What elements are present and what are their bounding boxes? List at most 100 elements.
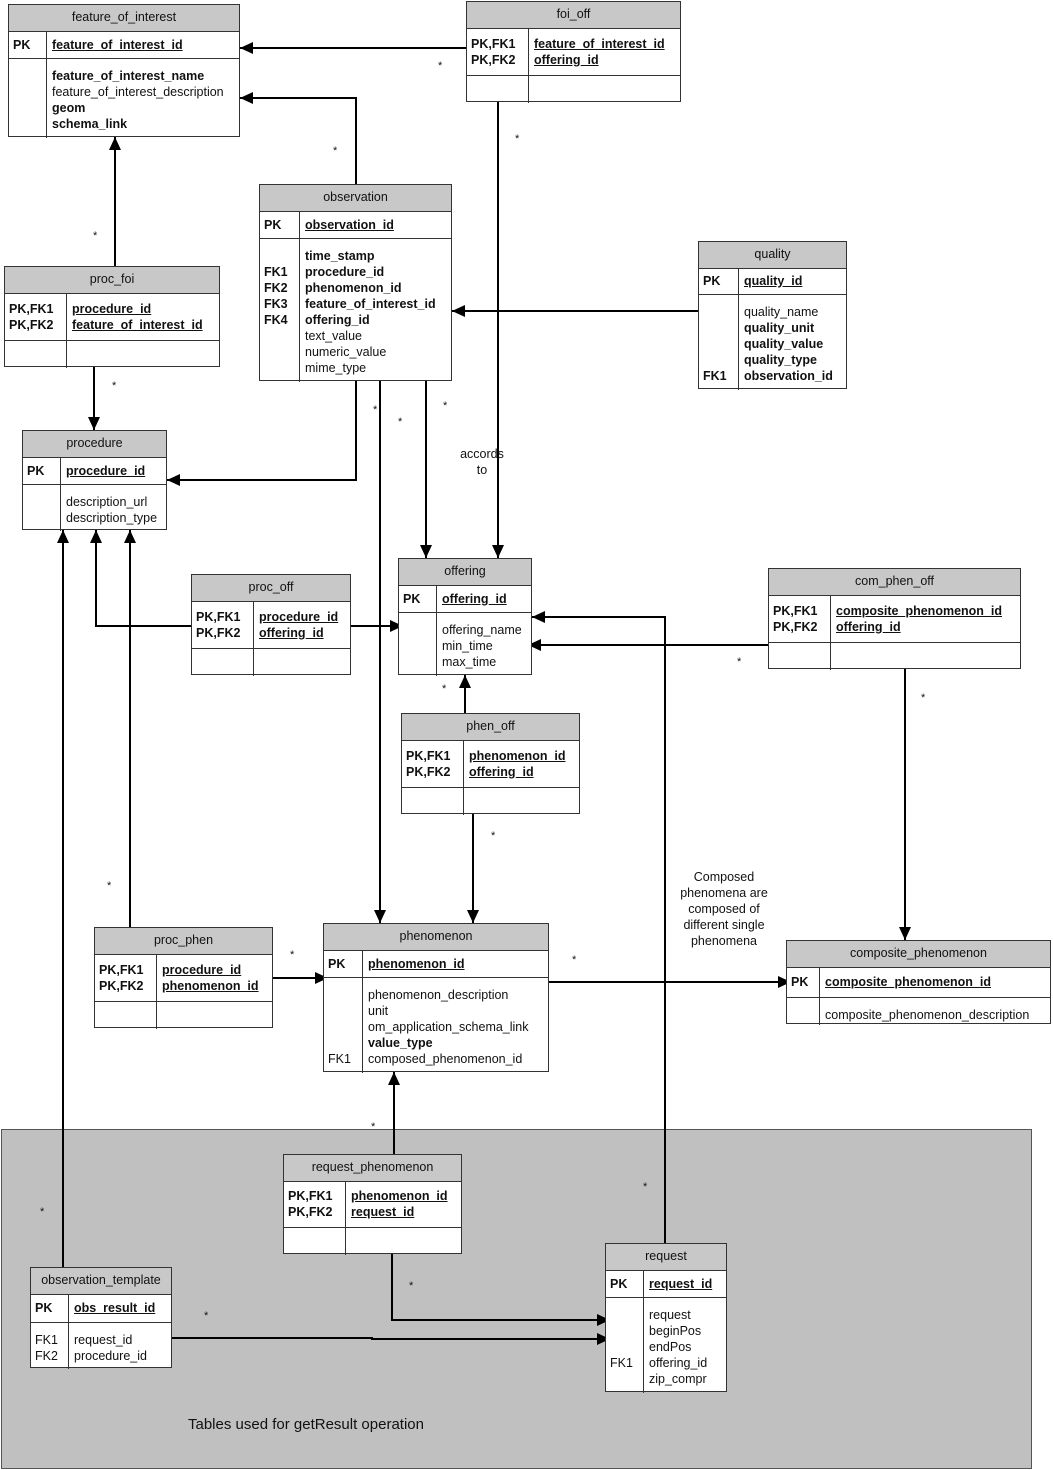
attribute-field: geom bbox=[52, 101, 86, 115]
connector-line bbox=[391, 1254, 610, 1321]
key-label: FK3 bbox=[264, 297, 288, 311]
arrowhead-icon bbox=[374, 910, 386, 923]
attribute-field: quality_name bbox=[744, 305, 819, 319]
primary-key-field: offering_id bbox=[469, 764, 534, 779]
column-divider bbox=[156, 954, 157, 1029]
table-title: proc_foi bbox=[5, 267, 219, 294]
table-request: request PK request_id request beginPos endPos… bbox=[605, 1243, 727, 1393]
multiplicity-label: * bbox=[438, 60, 443, 72]
relationship-proc-foi-to-feature-of-interest bbox=[109, 137, 121, 266]
table-quality: quality PK quality_id quality_name quality_u… bbox=[698, 241, 847, 390]
primary-key-field: phenomenon_id bbox=[469, 748, 566, 763]
attribute-field: composed_phenomenon_id bbox=[368, 1052, 523, 1066]
arrowhead-icon bbox=[899, 927, 911, 940]
connector-line bbox=[167, 1337, 610, 1340]
key-label: FK2 bbox=[35, 1349, 58, 1363]
primary-key-field: offering_id bbox=[259, 625, 324, 640]
table-title: foi_off bbox=[467, 2, 680, 29]
column-divider bbox=[819, 967, 820, 1025]
key-label: PK bbox=[13, 37, 31, 52]
primary-key-field: phenomenon_id bbox=[368, 956, 465, 971]
table-proc-foi: proc_foi PK,FK1 procedure_id PK,FK2 feature_… bbox=[4, 266, 220, 368]
table-proc-phen: proc_phen PK,FK1 procedure_id PK,FK2 phenome… bbox=[94, 927, 273, 1029]
key-label: PK bbox=[27, 463, 45, 478]
attribute-field: request_id bbox=[74, 1333, 133, 1347]
arrowhead-icon bbox=[492, 545, 504, 558]
table-title: feature_of_interest bbox=[9, 5, 239, 32]
multiplicity-label: * bbox=[515, 133, 520, 145]
attribute-field: mime_type bbox=[305, 361, 367, 375]
relationship-proc-phen-to-procedure bbox=[124, 530, 136, 927]
primary-key-field: offering_id bbox=[836, 619, 901, 634]
column-divider bbox=[528, 28, 529, 103]
note-composed-phenomena: Composed phenomena are composed of diffe… bbox=[680, 870, 768, 948]
table-observation: observation PK observation_id time_stamp FK1… bbox=[259, 184, 452, 382]
key-label: PK,FK1 bbox=[406, 748, 451, 763]
key-label: PK bbox=[35, 1301, 53, 1315]
column-divider bbox=[66, 293, 67, 368]
column-divider bbox=[463, 740, 464, 815]
relationship-foi-off-to-offering bbox=[492, 102, 504, 558]
multiplicity-label: * bbox=[290, 949, 295, 961]
arrowhead-icon bbox=[459, 675, 471, 688]
key-label: FK1 bbox=[264, 265, 288, 279]
relationship-request-phenomenon-to-phenomenon bbox=[388, 1072, 400, 1154]
relationship-proc-off-to-procedure bbox=[90, 530, 191, 627]
arrowhead-icon bbox=[124, 530, 136, 543]
column-divider bbox=[345, 1181, 346, 1255]
primary-key-field: procedure_id bbox=[72, 301, 152, 316]
primary-key-field: request_id bbox=[649, 1276, 713, 1291]
key-label: PK bbox=[264, 217, 282, 232]
multiplicity-label: * bbox=[398, 416, 403, 428]
key-label: PK,FK1 bbox=[773, 603, 818, 618]
arrowhead-icon bbox=[388, 1072, 400, 1085]
key-label: FK1 bbox=[703, 369, 727, 383]
key-label: PK,FK2 bbox=[288, 1205, 333, 1219]
table-composite-phenomenon: composite_phenomenon PK composite_phenomen… bbox=[786, 940, 1051, 1025]
attribute-field: composite_phenomenon_description bbox=[825, 1008, 1030, 1022]
multiplicity-label: * bbox=[40, 1206, 45, 1218]
key-label: PK,FK2 bbox=[196, 625, 241, 640]
relationship-proc-off-to-offering bbox=[351, 620, 403, 632]
column-divider bbox=[436, 585, 437, 676]
key-label: PK bbox=[328, 956, 346, 971]
column-divider bbox=[643, 1270, 644, 1393]
attribute-field: zip_compr bbox=[649, 1372, 707, 1386]
relationship-observation-to-procedure bbox=[167, 381, 357, 486]
multiplicity-label: * bbox=[373, 404, 378, 416]
primary-key-field: phenomenon_id bbox=[162, 978, 259, 993]
table-proc-off: proc_off PK,FK1 procedure_id PK,FK2 offering… bbox=[191, 574, 351, 676]
table-offering: offering PK offering_id offering_name min_ti… bbox=[398, 558, 532, 676]
table-request-phenomenon: request_phenomenon PK,FK1 phenomenon_id PK,… bbox=[283, 1154, 462, 1255]
relationship-request-to-offering bbox=[532, 611, 666, 1243]
primary-key-field: request_id bbox=[351, 1205, 415, 1219]
key-label: PK,FK1 bbox=[471, 36, 516, 51]
key-label: PK,FK2 bbox=[773, 619, 818, 634]
multiplicity-label: * bbox=[371, 1121, 376, 1133]
attribute-field: procedure_id bbox=[74, 1349, 147, 1363]
attribute-field: schema_link bbox=[52, 117, 128, 131]
attribute-field: feature_of_interest_name bbox=[52, 69, 205, 83]
attribute-field: request bbox=[649, 1308, 691, 1322]
table-title: proc_off bbox=[192, 575, 350, 602]
relationship-phen-off-to-phenomenon bbox=[467, 814, 479, 923]
relationship-observation-to-feature-of-interest bbox=[240, 92, 357, 184]
key-label: FK4 bbox=[264, 313, 288, 327]
attribute-field: description_url bbox=[66, 495, 148, 509]
relationship-com-phen-off-to-composite-phenomenon bbox=[899, 669, 911, 940]
attribute-field: time_stamp bbox=[305, 249, 375, 263]
multiplicity-label: * bbox=[204, 1310, 209, 1322]
table-title: phen_off bbox=[402, 714, 579, 741]
primary-key-field: procedure_id bbox=[259, 609, 339, 624]
attribute-field: quality_unit bbox=[744, 321, 815, 335]
table-title: observation_template bbox=[31, 1268, 171, 1295]
arrowhead-icon bbox=[240, 92, 253, 104]
multiplicity-label: * bbox=[442, 683, 447, 695]
relationship-foi-off-to-feature-of-interest bbox=[240, 42, 466, 54]
primary-key-field: obs_result_id bbox=[74, 1301, 156, 1315]
arrowhead-icon bbox=[420, 545, 432, 558]
relationship-phenomenon-to-composite-phenomenon bbox=[545, 976, 791, 988]
key-label: PK bbox=[610, 1276, 628, 1291]
attribute-field: phenomenon_description bbox=[368, 988, 509, 1002]
table-title: procedure bbox=[23, 431, 166, 458]
